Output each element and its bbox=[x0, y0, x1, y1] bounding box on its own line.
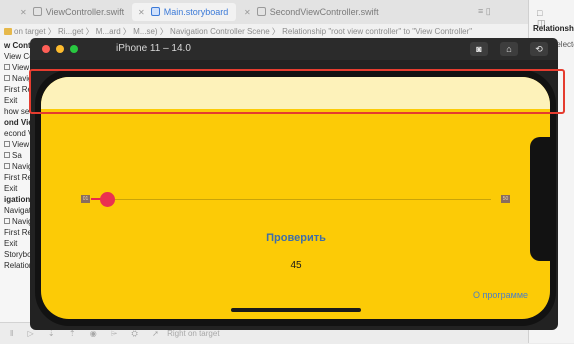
swift-file-icon bbox=[256, 7, 266, 16]
close-icon[interactable]: ✕ bbox=[138, 8, 145, 17]
target-value-label: 45 bbox=[290, 260, 302, 271]
view-object-icon bbox=[4, 163, 10, 169]
about-link[interactable]: О программе bbox=[473, 290, 528, 300]
close-icon[interactable]: ✕ bbox=[244, 8, 251, 17]
debug-toolbar-icons[interactable]: ‖ ▷ ⇣ ⇡ ◉ ⌲ ⛭ ➚ bbox=[10, 329, 165, 338]
tab-main-storyboard[interactable]: ✕ Main.storyboard bbox=[132, 3, 236, 21]
storyboard-file-icon bbox=[150, 7, 160, 16]
split-editor-icon[interactable]: ≡ ▯ bbox=[478, 6, 491, 17]
slider-thumb[interactable] bbox=[99, 192, 115, 207]
inspector-title: Relationship bbox=[533, 24, 574, 33]
tab-viewcontroller-swift[interactable]: ✕ ViewController.swift bbox=[14, 3, 128, 21]
folder-icon bbox=[4, 28, 12, 35]
view-object-icon bbox=[4, 64, 10, 70]
tab-secondviewcontroller-swift[interactable]: ✕ SecondViewController.swift bbox=[238, 3, 388, 21]
view-object-icon bbox=[4, 141, 10, 147]
simulator-title: iPhone 11 – 14.0 bbox=[116, 43, 191, 54]
close-icon[interactable]: ✕ bbox=[20, 8, 27, 17]
highlight-annotation bbox=[29, 69, 565, 114]
zoom-window-button[interactable] bbox=[70, 45, 78, 53]
swift-file-icon bbox=[32, 7, 42, 16]
close-window-button[interactable] bbox=[42, 45, 50, 53]
check-button[interactable]: Проверить bbox=[191, 229, 401, 247]
view-object-icon bbox=[4, 152, 10, 158]
home-indicator bbox=[231, 308, 361, 312]
screenshot-icon[interactable]: ◙ bbox=[470, 42, 488, 56]
simulator-titlebar[interactable]: iPhone 11 – 14.0 ◙ ⌂ ⟲ bbox=[30, 38, 558, 60]
slider-max-image: 50 bbox=[501, 195, 510, 203]
slider-track[interactable] bbox=[91, 199, 491, 200]
view-object-icon bbox=[4, 218, 10, 224]
editor-tab-bar: ✕ ViewController.swift ✕ Main.storyboard ✕… bbox=[0, 0, 574, 25]
phone-notch bbox=[530, 137, 552, 261]
slider-min-image: 01 bbox=[81, 195, 90, 203]
home-icon[interactable]: ⌂ bbox=[500, 42, 518, 56]
target-status: Right on target bbox=[167, 329, 220, 338]
rotate-icon[interactable]: ⟲ bbox=[530, 42, 548, 56]
minimize-window-button[interactable] bbox=[56, 45, 64, 53]
view-object-icon bbox=[4, 75, 10, 81]
